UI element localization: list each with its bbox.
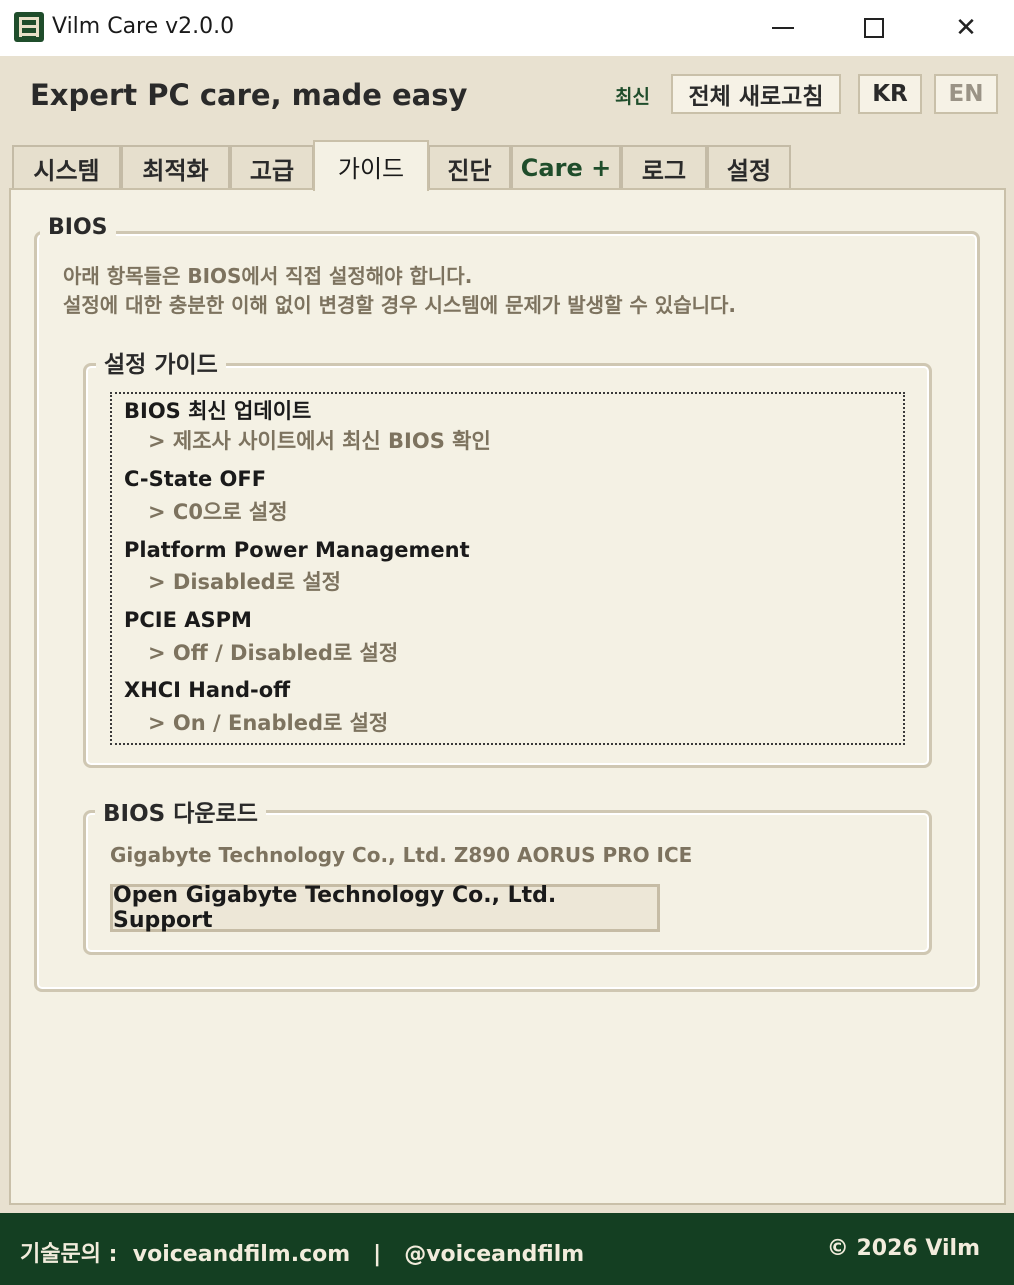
tab-care-plus[interactable]: Care + xyxy=(511,145,621,189)
footer-contact: 기술문의 : voiceandfilm.com | @voiceandfilm xyxy=(20,1236,584,1268)
close-icon: ✕ xyxy=(955,13,977,43)
footer-separator: | xyxy=(373,1242,382,1267)
lang-en-button[interactable]: EN xyxy=(934,74,998,114)
bios-download-title: BIOS 다운로드 xyxy=(95,794,266,828)
social-handle-link[interactable]: @voiceandfilm xyxy=(404,1242,584,1267)
tab-optimize[interactable]: 최적화 xyxy=(121,145,230,189)
settings-guide-list: BIOS 최신 업데이트 > 제조사 사이트에서 최신 BIOS 확인 C-St… xyxy=(110,392,905,745)
tagline: Expert PC care, made easy xyxy=(30,78,468,112)
guide-item-value: > 제조사 사이트에서 최신 BIOS 확인 xyxy=(148,429,491,453)
refresh-all-button[interactable]: 전체 새로고침 xyxy=(671,74,841,114)
tab-diagnostics[interactable]: 진단 xyxy=(428,145,511,189)
tab-system[interactable]: 시스템 xyxy=(12,145,121,189)
window-title: Vilm Care v2.0.0 xyxy=(52,14,235,39)
copyright: © 2026 Vilm xyxy=(826,1236,980,1261)
maximize-button[interactable] xyxy=(829,0,919,56)
guide-item-value: > Off / Disabled로 설정 xyxy=(148,641,399,665)
close-button[interactable]: ✕ xyxy=(921,0,1011,56)
guide-item-name: BIOS 최신 업데이트 xyxy=(124,399,312,423)
guide-item-name: Platform Power Management xyxy=(124,538,470,562)
tab-settings[interactable]: 설정 xyxy=(707,145,791,189)
bios-group-title: BIOS xyxy=(40,215,116,240)
minimize-button[interactable] xyxy=(738,0,828,56)
guide-item-name: C-State OFF xyxy=(124,467,267,491)
guide-item-value: > C0으로 설정 xyxy=(148,500,288,524)
tab-guide[interactable]: 가이드 xyxy=(313,140,429,191)
open-support-button[interactable]: Open Gigabyte Technology Co., Ltd. Suppo… xyxy=(110,883,660,933)
minimize-icon xyxy=(772,27,794,29)
contact-label: 기술문의 : xyxy=(20,1242,118,1267)
title-bar: Vilm Care v2.0.0 ✕ xyxy=(0,0,1014,56)
bios-description-line: 아래 항목들은 BIOS에서 직접 설정해야 합니다. xyxy=(63,264,473,288)
guide-item-name: XHCI Hand-off xyxy=(124,678,291,702)
settings-guide-title: 설정 가이드 xyxy=(96,345,226,379)
footer: 기술문의 : voiceandfilm.com | @voiceandfilm … xyxy=(0,1213,1014,1285)
latest-status-label: 최신 xyxy=(615,86,650,108)
guide-item-value: > On / Enabled로 설정 xyxy=(148,711,389,735)
maximize-icon xyxy=(864,18,884,38)
bios-description: 아래 항목들은 BIOS에서 직접 설정해야 합니다. 설정에 대한 충분한 이… xyxy=(63,262,736,320)
tab-log[interactable]: 로그 xyxy=(621,145,707,189)
website-link[interactable]: voiceandfilm.com xyxy=(133,1242,350,1267)
bios-description-line: 설정에 대한 충분한 이해 없이 변경할 경우 시스템에 문제가 발생할 수 있… xyxy=(63,293,736,317)
motherboard-name: Gigabyte Technology Co., Ltd. Z890 AORUS… xyxy=(110,843,693,867)
app-logo-icon xyxy=(14,12,44,42)
app-header: Expert PC care, made easy 최신 전체 새로고침 KR … xyxy=(0,56,1014,132)
guide-item-name: PCIE ASPM xyxy=(124,608,252,632)
tab-advanced[interactable]: 고급 xyxy=(230,145,314,189)
lang-kr-button[interactable]: KR xyxy=(858,74,922,114)
guide-item-value: > Disabled로 설정 xyxy=(148,570,341,594)
